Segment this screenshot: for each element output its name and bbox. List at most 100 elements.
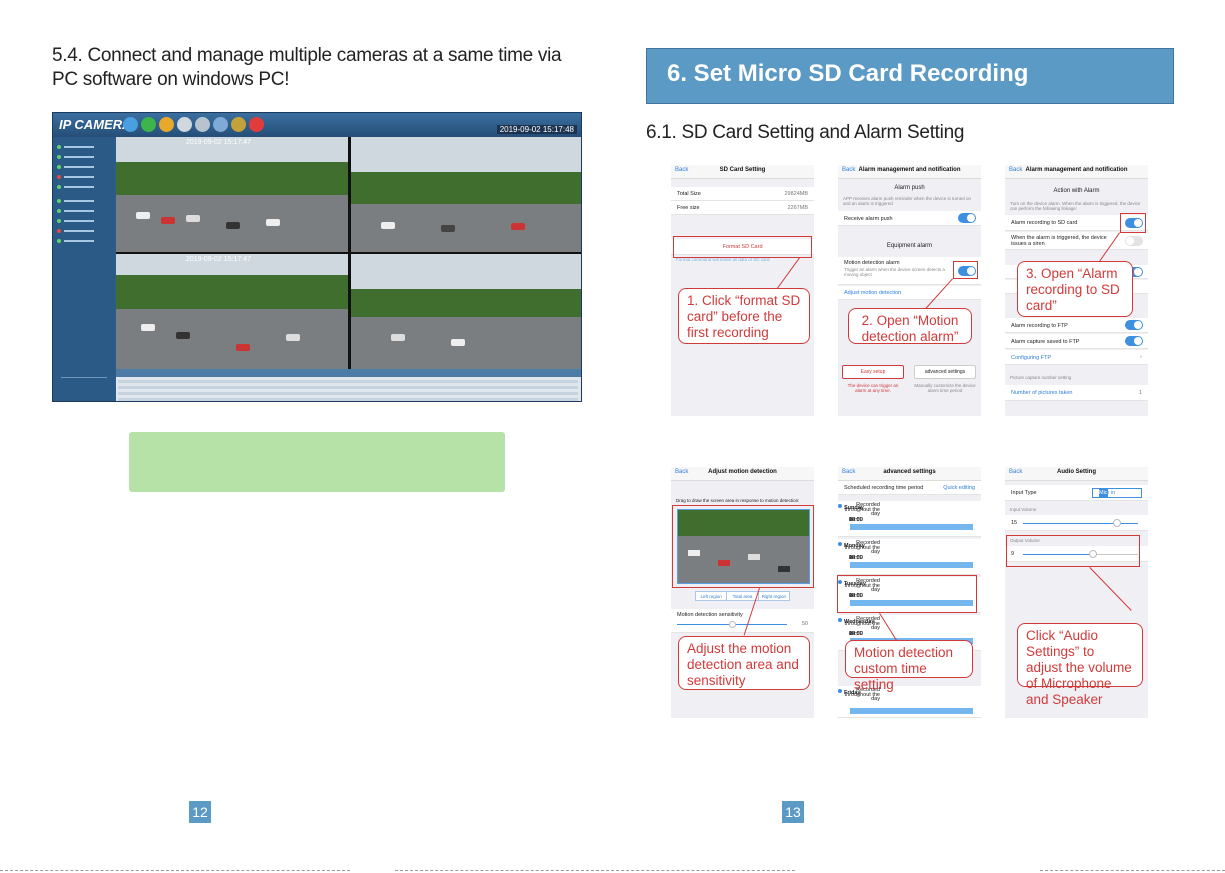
callout-audio: Click “Audio Settings” to adjust the vol… xyxy=(1017,623,1143,707)
feed-timestamp: 2019-09-02 15:17:47 xyxy=(186,256,251,263)
left-region-button[interactable]: Left region xyxy=(696,592,728,600)
free-size-label: Free size xyxy=(677,205,700,211)
schedule-subtitle: Scheduled recording time period xyxy=(844,485,924,491)
power-icon xyxy=(249,117,264,132)
pc-clock: 2019-09-02 15:17:48 xyxy=(496,125,577,134)
device-tree-item xyxy=(57,229,111,234)
lock-icon xyxy=(231,117,246,132)
time-bar[interactable] xyxy=(850,562,973,568)
pc-software-screenshot: IP CAMERA 2019-09-02 15:17:48 2019-09-02… xyxy=(52,112,582,402)
receive-push-toggle[interactable] xyxy=(958,213,976,223)
ftp-capture-label: Alarm capture saved to FTP xyxy=(1011,339,1080,345)
feed-timestamp: 2019-09-02 15:17:47 xyxy=(186,139,251,146)
pictures-section: Picture capture number setting xyxy=(1010,375,1072,380)
device-tree-item xyxy=(57,145,111,150)
screen-title: SD Card Setting xyxy=(719,167,766,173)
configuring-ftp-link[interactable]: Configuring FTP xyxy=(1011,355,1051,361)
device-tree-item xyxy=(57,239,111,244)
screen-title: Audio Setting xyxy=(1057,469,1096,475)
input-type-label: Input Type xyxy=(1011,490,1037,496)
free-size-value: 2267MB xyxy=(787,205,809,211)
input-type-segment: Line in Mic xyxy=(1092,488,1142,498)
ptz-icon xyxy=(177,117,192,132)
callout-adjust-motion: Adjust the motion detection area and sen… xyxy=(678,636,810,690)
camera-feed: 2019-09-02 15:17:47 xyxy=(116,137,348,252)
device-tree-item xyxy=(57,155,111,160)
ftp-toggle[interactable] xyxy=(1125,320,1143,330)
alarm-push-note: APP receives alarm push reminder when th… xyxy=(843,196,971,206)
screen-title: Alarm management and notification xyxy=(1025,167,1128,173)
slider-thumb[interactable] xyxy=(1113,519,1121,527)
device-tree-item xyxy=(57,185,111,190)
device-tree-item xyxy=(57,175,111,180)
time-bar[interactable] xyxy=(850,708,973,714)
mic-option[interactable]: Mic xyxy=(1099,489,1108,498)
pictures-value: 1 xyxy=(1138,390,1142,396)
device-tree-item xyxy=(57,219,111,224)
settings-icon xyxy=(195,117,210,132)
page-number-right: 13 xyxy=(782,801,804,823)
camera-feed xyxy=(351,254,581,369)
receive-push-label: Receive alarm push xyxy=(844,216,893,222)
note-box xyxy=(129,432,505,492)
total-area-button[interactable]: Total area xyxy=(727,592,759,600)
section-title: 6. Set Micro SD Card Recording xyxy=(667,60,1029,87)
phone-alarm-push: Back Alarm management and notification Al… xyxy=(838,165,981,416)
recorded-label: Recorded throughout the day xyxy=(838,502,880,517)
time-bar[interactable] xyxy=(850,524,973,530)
easy-note: The device can trigger an alarm at any t… xyxy=(847,383,899,393)
pc-toolbar: IP CAMERA 2019-09-02 15:17:48 xyxy=(53,113,581,137)
device-tree-item xyxy=(57,199,111,204)
siren-toggle[interactable] xyxy=(1125,236,1143,246)
screen-title: Adjust motion detection xyxy=(708,469,777,475)
highlight-motion-area xyxy=(672,505,814,588)
day-row[interactable]: Sunday Recorded throughout the day 00:00… xyxy=(838,501,981,537)
ptz-control-pad xyxy=(61,377,107,401)
playback-icon xyxy=(213,117,228,132)
total-size-label: Total Size xyxy=(677,191,701,197)
highlight-sd-toggle xyxy=(1120,213,1146,233)
callout-alarm-sd: 3. Open “Alarm recording to SD card” xyxy=(1017,261,1133,317)
motion-instruction: Drag to draw the screen area in response… xyxy=(676,498,800,503)
section-action-with-alarm: Action with Alarm xyxy=(1053,188,1100,194)
input-volume-label: Input Volume xyxy=(1010,507,1037,512)
ftp-capture-toggle[interactable] xyxy=(1125,336,1143,346)
advanced-settings-button[interactable]: advanced settings xyxy=(914,365,976,379)
total-size-value: 29824MB xyxy=(784,191,808,197)
callout-custom-time: Motion detection custom time setting xyxy=(845,640,973,692)
pictures-label[interactable]: Number of pictures taken xyxy=(1011,390,1072,396)
camera-grid: 2019-09-02 15:17:47 2019-09-02 15:17:47 xyxy=(116,137,581,369)
subsection-title: 6.1. SD Card Setting and Alarm Setting xyxy=(646,122,965,143)
event-log xyxy=(116,369,581,401)
callout-motion-alarm: 2. Open “Motion detection alarm” xyxy=(848,308,972,344)
section-title-banner: 6. Set Micro SD Card Recording xyxy=(646,48,1174,104)
motion-alarm-note: Trigger an alarm when the device screen … xyxy=(844,267,945,277)
screen-title: advanced settings xyxy=(883,469,936,475)
quick-editing-link[interactable]: Quick editing xyxy=(943,485,975,491)
advanced-note: Manually customize the device alarm time… xyxy=(914,383,976,393)
record-icon xyxy=(159,117,174,132)
highlight-tuesday xyxy=(837,575,977,613)
device-tree-item xyxy=(57,165,111,170)
siren-label: When the alarm is triggered, the device … xyxy=(1011,235,1107,247)
day-row[interactable]: Monday Recorded throughout the day 00:00… xyxy=(838,539,981,575)
page-number-left: 12 xyxy=(189,801,211,823)
footer-rule xyxy=(0,870,350,871)
ftp-label: Alarm recording to FTP xyxy=(1011,323,1068,329)
slider-thumb[interactable] xyxy=(729,621,736,628)
screen-title: Alarm management and notification xyxy=(858,167,961,173)
camera-feed xyxy=(351,137,581,252)
pc-app-logo: IP CAMERA xyxy=(59,117,132,132)
action-note: Turn on the device alarm. When the alarm… xyxy=(1010,201,1141,211)
highlight-motion-toggle xyxy=(953,261,978,279)
adjust-motion-link[interactable]: Adjust motion detection xyxy=(844,290,901,296)
footer-rule xyxy=(1040,870,1225,871)
easy-setup-button[interactable]: Easy setup xyxy=(842,365,904,379)
right-region-button[interactable]: Right region xyxy=(759,592,789,600)
highlight-format-sd xyxy=(673,236,812,258)
section-alarm-push: Alarm push xyxy=(894,185,925,191)
recorded-label: Recorded throughout the day xyxy=(838,616,880,631)
section-equipment-alarm: Equipment alarm xyxy=(886,243,933,249)
camera-icon xyxy=(123,117,138,132)
region-selector: Left region Total area Right region xyxy=(695,591,790,601)
